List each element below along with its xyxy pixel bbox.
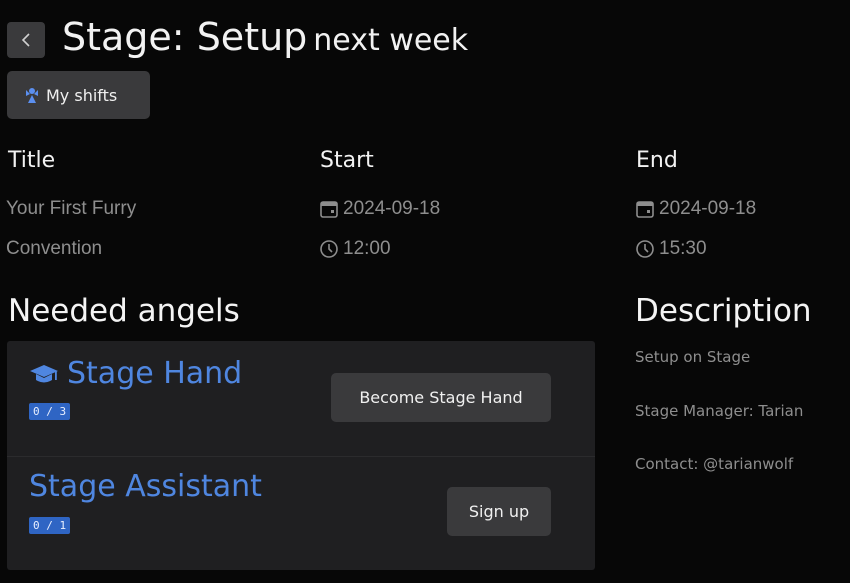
end-date-text: 2024-09-18	[659, 198, 757, 219]
shift-page: Stage: Setup next week My shifts Title Yo…	[0, 0, 850, 583]
start-time-text: 12:00	[343, 238, 391, 259]
title-heading: Title	[8, 148, 56, 173]
description-heading: Description	[635, 293, 812, 329]
calendar-icon	[320, 201, 338, 218]
my-shifts-label: My shifts	[46, 85, 118, 105]
angel-type-link-stage-hand[interactable]: Stage Hand	[29, 354, 242, 394]
page-title: Stage: Setup next week	[62, 12, 468, 66]
title-value-line2: Convention	[6, 238, 103, 259]
shift-count-badge: 0 / 3	[29, 403, 71, 420]
my-shifts-button[interactable]: My shifts	[7, 71, 150, 119]
clock-icon	[636, 240, 654, 258]
page-title-subtitle: next week	[313, 23, 469, 58]
start-time: 12:00	[319, 236, 391, 262]
start-date: 2024-09-18	[319, 196, 440, 222]
sign-up-button[interactable]: Sign up	[447, 487, 551, 536]
description-line: Contact: @tarianwolf	[635, 455, 794, 473]
description-line: Stage Manager: Tarian	[635, 402, 804, 420]
end-heading: End	[636, 148, 678, 173]
angel-type-link-stage-assistant[interactable]: Stage Assistant	[29, 467, 262, 507]
end-date: 2024-09-18	[635, 196, 756, 222]
end-time: 15:30	[635, 236, 707, 262]
angel-icon	[26, 88, 38, 103]
start-date-text: 2024-09-18	[343, 198, 441, 219]
graduation-cap-icon	[30, 365, 58, 383]
chevron-left-icon	[21, 33, 30, 47]
angel-type-row: Stage Assistant 0 / 1 Sign up	[7, 456, 595, 570]
start-heading: Start	[320, 148, 374, 173]
needed-angels-panel: Stage Hand 0 / 3 Become Stage Hand Stage…	[7, 341, 595, 570]
angel-type-name: Stage Assistant	[29, 469, 262, 504]
clock-icon	[320, 240, 338, 258]
description-line: Setup on Stage	[635, 348, 751, 366]
angel-type-name: Stage Hand	[67, 356, 243, 391]
calendar-icon	[636, 201, 654, 218]
needed-angels-heading: Needed angels	[8, 293, 240, 329]
angel-type-row: Stage Hand 0 / 3 Become Stage Hand	[7, 341, 595, 457]
end-time-text: 15:30	[659, 238, 707, 259]
page-title-main: Stage: Setup	[62, 15, 308, 59]
title-value-line1: Your First Furry	[6, 198, 137, 219]
shift-count-badge: 0 / 1	[29, 517, 71, 534]
back-button[interactable]	[7, 22, 45, 58]
become-stage-hand-button[interactable]: Become Stage Hand	[331, 373, 551, 422]
